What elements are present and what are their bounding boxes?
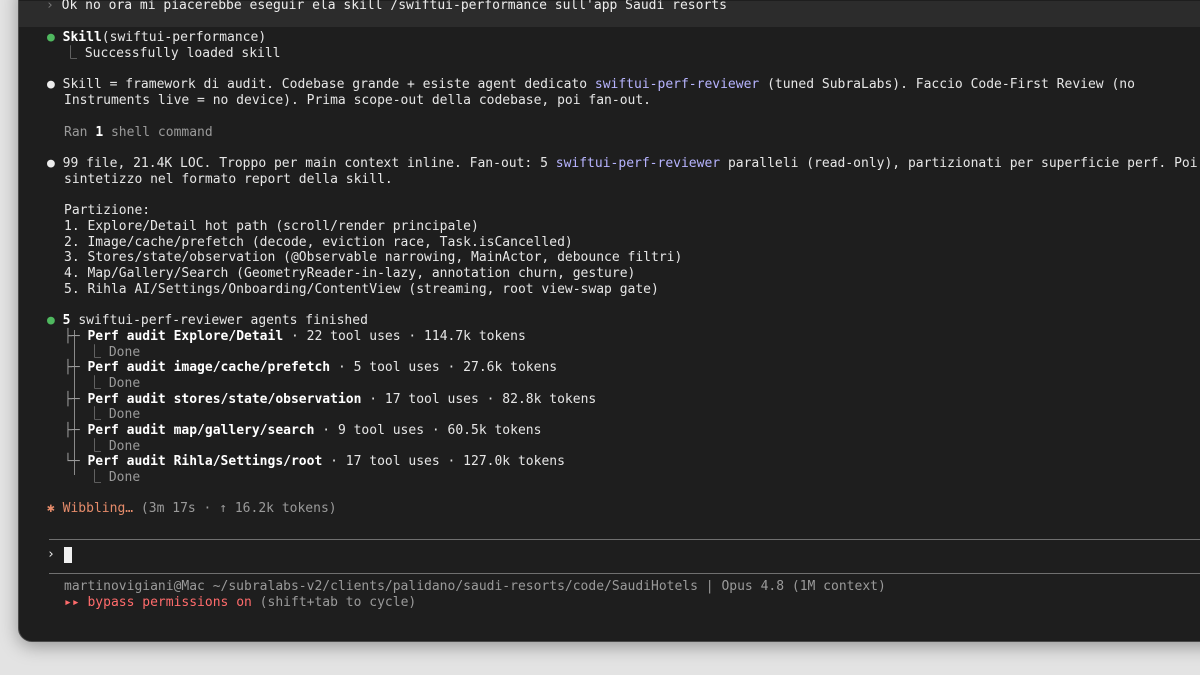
mode-hint: (shift+tab to cycle) <box>251 595 417 610</box>
fast-forward-icon: ▸▸ <box>64 595 80 610</box>
agent-task-done: Done <box>108 376 141 391</box>
agent-task-title: Perf audit map/gallery/search <box>87 423 315 438</box>
result-corner-icon: ⎿ <box>88 470 102 485</box>
input-top-border <box>49 539 1200 540</box>
agent-task-title: Perf audit image/cache/prefetch <box>87 360 331 375</box>
tree-branch-icon: ├─ <box>64 423 80 438</box>
tree-branch-icon: ├─ <box>64 392 80 407</box>
agent-task-stats: · 17 tool uses · 127.0k tokens <box>322 454 565 469</box>
agent-task-row[interactable]: ├─ Perf audit stores/state/observation ·… <box>64 392 596 408</box>
agent-task-row[interactable]: └─ Perf audit Rihla/Settings/root · 17 t… <box>64 454 565 470</box>
text-cursor <box>64 547 72 563</box>
agent-name: swiftui-perf-reviewer <box>78 313 243 328</box>
agent-task-stats: · 17 tool uses · 82.8k tokens <box>361 392 597 407</box>
partition-item: 1. Explore/Detail hot path (scroll/rende… <box>64 219 479 234</box>
agent-task-row[interactable]: ├─ Perf audit Explore/Detail · 22 tool u… <box>64 329 526 345</box>
tree-branch-icon: ├─ <box>64 360 80 375</box>
agent-task-stats: · 22 tool uses · 114.7k tokens <box>283 329 526 344</box>
user-message: › Ok no ora mi piacerebbe eseguir ela sk… <box>46 0 727 14</box>
message-bullet-icon: ● <box>47 156 55 171</box>
agent-task-done: Done <box>108 470 141 485</box>
spinner-icon: ✱ <box>47 501 55 516</box>
shell-summary-label: Ran <box>64 125 96 140</box>
partition-item: 4. Map/Gallery/Search (GeometryReader-in… <box>64 266 636 281</box>
skill-call-line: ● Skill(swiftui-performance) <box>47 30 266 46</box>
result-corner-icon: ⎿ <box>64 46 78 61</box>
agent-task-done: Done <box>108 439 141 454</box>
partition-item: 3. Stores/state/observation (@Observable… <box>64 250 683 265</box>
partition-item: 2. Image/cache/prefetch (decode, evictio… <box>64 235 573 250</box>
terminal-content: › Ok no ora mi piacerebbe eseguir ela sk… <box>19 0 1200 641</box>
result-corner-icon: ⎿ <box>88 376 102 391</box>
skill-result-line: ⎿ Successfully loaded skill <box>64 46 281 62</box>
agent-task-row[interactable]: ├─ Perf audit image/cache/prefetch · 5 t… <box>64 360 557 376</box>
message-text: paralleli (read-only), partizionati per … <box>720 156 1198 171</box>
assistant-message-1-line-1: ● Skill = framework di audit. Codebase g… <box>47 77 1135 93</box>
agent-task-stats: · 5 tool uses · 27.6k tokens <box>330 360 558 375</box>
tree-branch-end-icon: └─ <box>64 454 80 469</box>
agent-task-row[interactable]: ├─ Perf audit map/gallery/search · 9 too… <box>64 423 541 439</box>
message-text: (tuned SubraLabs). Faccio Code-First Rev… <box>759 77 1135 92</box>
agent-name-link[interactable]: swiftui-perf-reviewer <box>556 156 720 171</box>
message-bullet-icon: ● <box>47 77 55 92</box>
shell-summary-label: shell command <box>103 125 213 140</box>
agent-task-title: Perf audit stores/state/observation <box>87 392 362 407</box>
assistant-message-1-line-2: Instruments live = no device). Prima sco… <box>64 93 651 108</box>
success-bullet-icon: ● <box>47 30 55 45</box>
status-details: (3m 17s · ↑ 16.2k tokens) <box>133 501 337 516</box>
permissions-mode[interactable]: ▸▸ bypass permissions on (shift+tab to c… <box>64 595 416 611</box>
agent-task-stats: · 9 tool uses · 60.5k tokens <box>314 423 542 438</box>
agent-task-status: ⎿ Done <box>88 376 140 392</box>
message-text: 99 file, 21.4K LOC. Troppo per main cont… <box>62 156 556 171</box>
tree-branch-icon: ├─ <box>64 329 80 344</box>
prompt-chevron-icon: › <box>46 0 54 13</box>
prompt-input[interactable] <box>64 547 1200 563</box>
input-prompt: › <box>47 547 55 563</box>
result-corner-icon: ⎿ <box>88 407 102 422</box>
agent-task-done: Done <box>108 345 141 360</box>
shell-command-summary[interactable]: Ran 1 shell command <box>64 125 213 141</box>
footer-path: martinovigiani@Mac ~/subralabs-v2/client… <box>64 579 886 594</box>
skill-name: Skill <box>62 30 102 45</box>
agent-task-title: Perf audit Rihla/Settings/root <box>87 454 323 469</box>
assistant-message-2-line-2: sintetizzo nel formato report della skil… <box>64 172 393 187</box>
user-message-text: Ok no ora mi piacerebbe eseguir ela skil… <box>61 0 727 13</box>
agent-task-done: Done <box>108 407 141 422</box>
status-label: Wibbling… <box>62 501 134 516</box>
status-line: ✱ Wibbling… (3m 17s · ↑ 16.2k tokens) <box>47 501 337 517</box>
input-bottom-border <box>49 573 1200 574</box>
agent-task-status: ⎿ Done <box>88 470 140 486</box>
shell-command-count: 1 <box>95 125 104 140</box>
agent-task-status: ⎿ Done <box>88 407 140 423</box>
assistant-message-2-line-1: ● 99 file, 21.4K LOC. Troppo per main co… <box>47 156 1198 172</box>
skill-args: (swiftui-performance) <box>101 30 267 45</box>
agents-finished-header: ● 5 swiftui-perf-reviewer agents finishe… <box>47 313 368 329</box>
partition-item: 5. Rihla AI/Settings/Onboarding/ContentV… <box>64 282 659 297</box>
prompt-chevron-icon: › <box>47 547 55 562</box>
bypass-mode-label: bypass permissions on <box>87 595 252 610</box>
skill-result: Successfully loaded skill <box>84 46 281 61</box>
agents-suffix: agents finished <box>242 313 368 328</box>
result-corner-icon: ⎿ <box>88 439 102 454</box>
partition-title: Partizione: <box>64 203 151 218</box>
result-corner-icon: ⎿ <box>88 345 102 360</box>
agent-task-title: Perf audit Explore/Detail <box>87 329 284 344</box>
agent-task-status: ⎿ Done <box>88 439 140 455</box>
agent-task-status: ⎿ Done <box>88 345 140 361</box>
success-bullet-icon: ● <box>47 313 55 328</box>
agent-name-link[interactable]: swiftui-perf-reviewer <box>595 77 759 92</box>
agents-count: 5 <box>62 313 71 328</box>
message-text: Skill = framework di audit. Codebase gra… <box>62 77 595 92</box>
terminal-window: › Ok no ora mi piacerebbe eseguir ela sk… <box>18 0 1200 642</box>
